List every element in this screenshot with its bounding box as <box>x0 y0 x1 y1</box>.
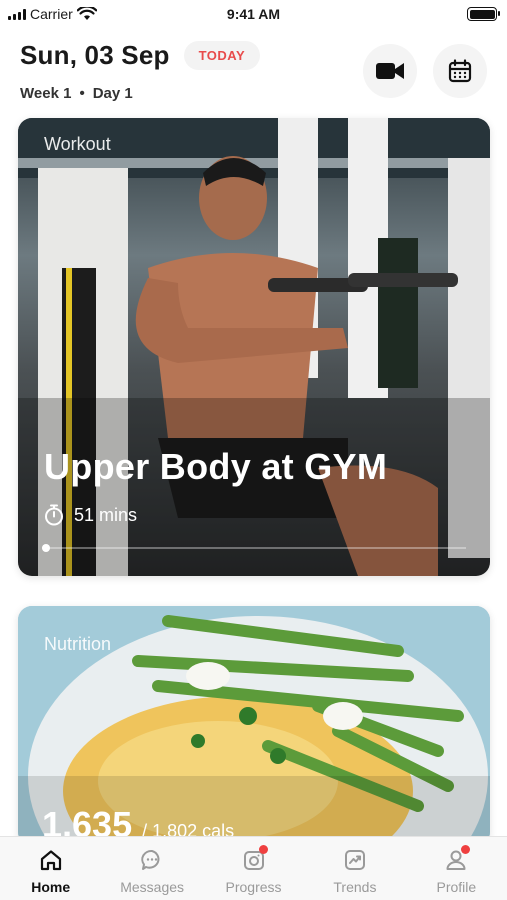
calendar-icon <box>448 59 472 83</box>
workout-progress-indicator <box>42 544 50 552</box>
tab-label-home: Home <box>31 879 71 895</box>
tab-label-progress: Progress <box>225 879 282 895</box>
progress-notification-dot <box>258 845 268 854</box>
tab-progress[interactable]: Progress <box>203 837 304 900</box>
home-icon <box>37 847 65 873</box>
chat-bubble-icon <box>138 847 166 873</box>
signal-icon <box>8 8 26 20</box>
workout-progress-track <box>42 547 466 549</box>
tab-label-messages: Messages <box>120 879 185 895</box>
day-label: Day 1 <box>92 85 133 102</box>
tab-messages[interactable]: Messages <box>101 837 202 900</box>
status-left: Carrier <box>8 6 97 22</box>
today-button[interactable]: TODAY <box>183 41 261 70</box>
profile-notification-dot <box>461 845 471 854</box>
camera-icon <box>240 845 268 873</box>
tab-trends[interactable]: Trends <box>304 837 405 900</box>
separator-dot: • <box>79 85 85 102</box>
carrier-label: Carrier <box>30 6 73 22</box>
user-icon <box>442 845 471 873</box>
tab-label-trends: Trends <box>333 879 377 895</box>
status-bar: Carrier 9:41 AM <box>0 0 507 28</box>
video-camera-icon <box>376 63 404 79</box>
header-actions <box>363 44 487 98</box>
nutrition-card[interactable]: Nutrition 1,635 / 1,802 cals <box>18 606 490 846</box>
tab-profile[interactable]: Profile <box>406 837 507 900</box>
bottom-tab-bar: Home Messages Progress Trends Profile <box>0 836 507 900</box>
header: Sun, 03 Sep TODAY Week 1 • Day 1 <box>20 40 487 110</box>
battery-icon <box>467 7 500 21</box>
week-label: Week 1 <box>20 85 72 102</box>
video-call-button[interactable] <box>363 44 417 98</box>
stopwatch-icon <box>45 504 63 526</box>
wifi-icon <box>76 7 97 20</box>
tab-label-profile: Profile <box>436 879 477 895</box>
workout-title: Upper Body at GYM <box>44 446 388 487</box>
trend-chart-icon <box>341 847 369 873</box>
card-label-nutrition: Nutrition <box>44 634 112 654</box>
workout-card[interactable]: Workout Upper Body at GYM 51 mins <box>18 118 490 576</box>
card-label-workout: Workout <box>44 134 111 154</box>
workout-duration: 51 mins <box>44 504 137 526</box>
calendar-button[interactable] <box>433 44 487 98</box>
tab-home[interactable]: Home <box>0 837 101 900</box>
duration-text: 51 mins <box>74 504 138 525</box>
page-title: Sun, 03 Sep <box>20 40 170 70</box>
